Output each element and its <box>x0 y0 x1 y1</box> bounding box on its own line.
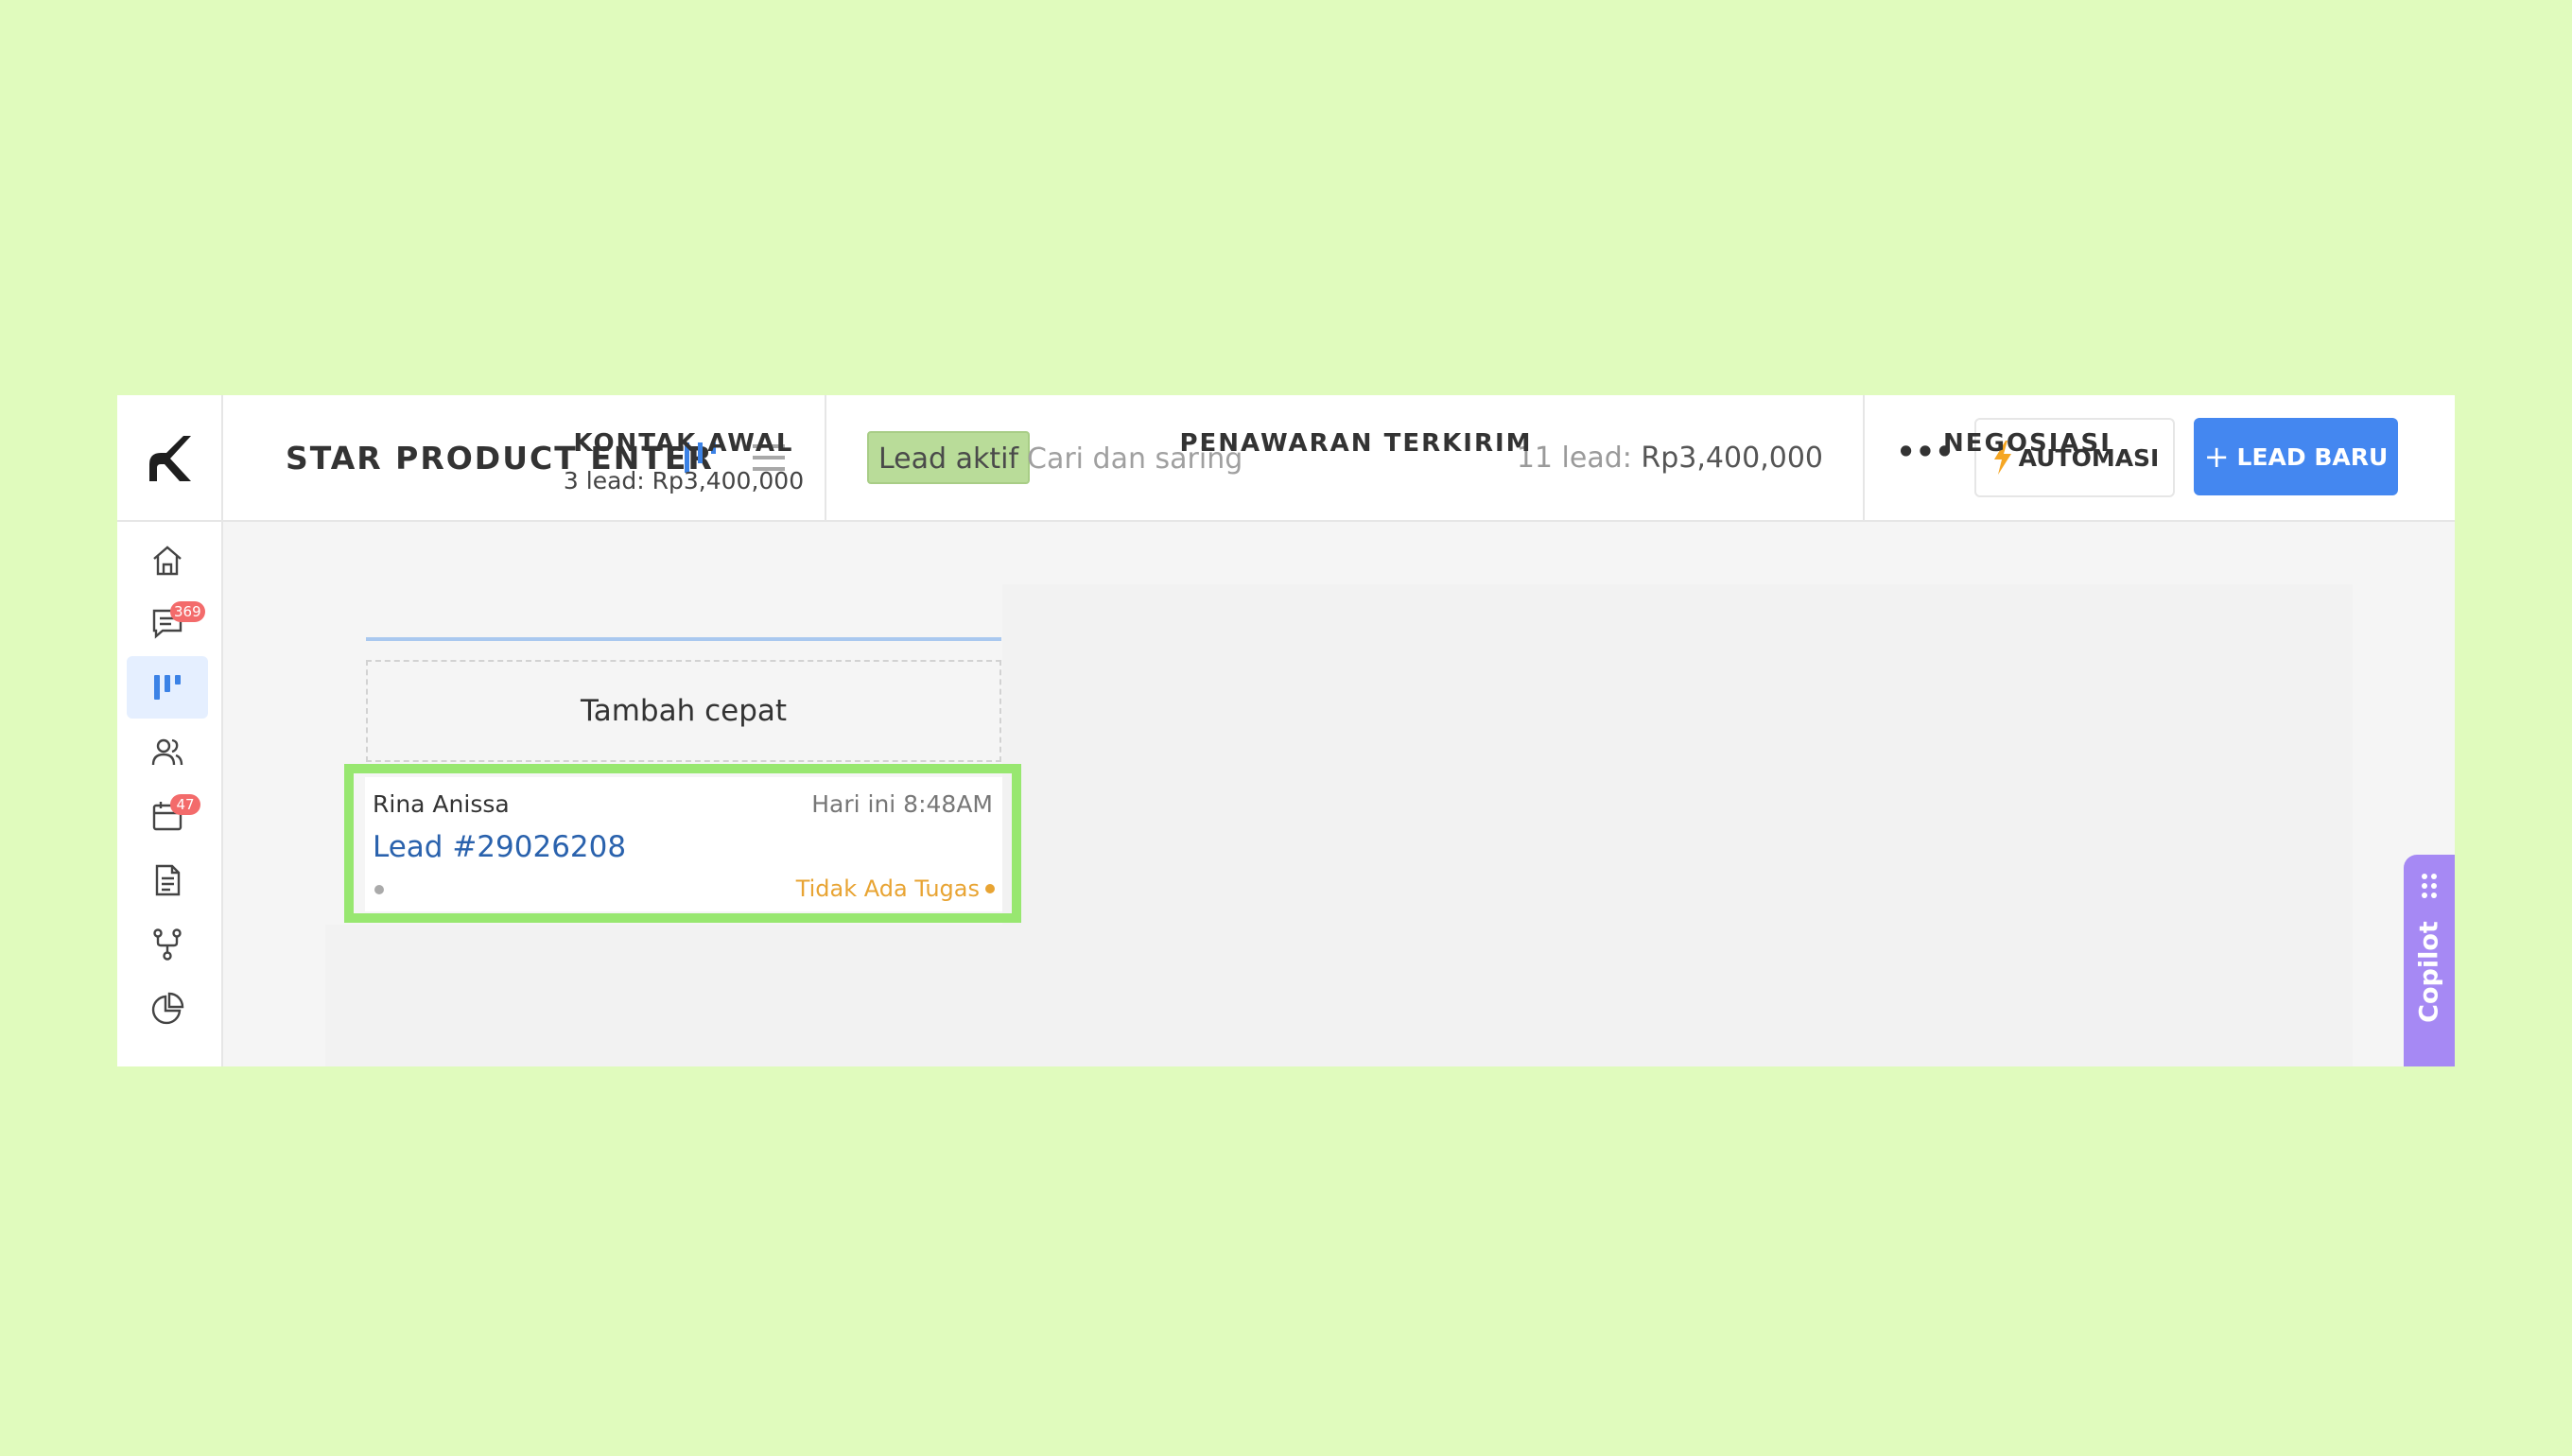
report-icon <box>151 992 184 1025</box>
app-logo[interactable] <box>117 395 223 522</box>
column-title: KONTAK AWAL <box>573 429 794 458</box>
home-icon <box>153 546 182 576</box>
sidebar: 369 47 <box>117 522 223 1066</box>
sidebar-item-contacts[interactable] <box>127 720 208 783</box>
column-kontak-awal: KONTAK AWAL 3 lead: Rp3,400,000 <box>366 429 1001 494</box>
column-title: NEGOSIASI <box>1943 429 2111 458</box>
copilot-label: Copilot <box>2414 921 2444 1023</box>
calendar-badge: 47 <box>170 794 200 815</box>
board-columns-background <box>1002 584 2353 1066</box>
drag-handle-icon[interactable] <box>2418 872 2441 900</box>
chat-badge: 369 <box>170 601 205 622</box>
column-penawaran-terkirim: PENAWARAN TERKIRIM <box>1025 429 1687 458</box>
lead-card[interactable]: Rina Anissa Hari ini 8:48AM Lead #290262… <box>365 777 1002 911</box>
sidebar-item-chats[interactable]: 369 <box>127 592 208 654</box>
copilot-tab[interactable]: Copilot <box>2404 855 2455 1066</box>
document-icon <box>155 864 181 896</box>
sidebar-item-dashboard[interactable] <box>127 529 208 592</box>
sidebar-item-documents[interactable] <box>127 849 208 911</box>
lead-link[interactable]: Lead #29026208 <box>373 830 626 864</box>
task-status-label: Tidak Ada Tugas <box>795 875 980 902</box>
status-dot <box>374 885 384 894</box>
column-underline <box>366 637 1001 641</box>
divider <box>1863 395 1865 522</box>
workflow-icon <box>153 928 182 961</box>
column-negosiasi: NEGOSIASI <box>1725 429 2330 458</box>
contact-name: Rina Anissa <box>373 790 510 818</box>
quick-add-button[interactable]: Tambah cepat <box>366 660 1001 762</box>
sidebar-item-reports[interactable] <box>127 978 208 1040</box>
column-summary: 3 lead: Rp3,400,000 <box>563 467 805 494</box>
contacts-icon <box>151 738 183 766</box>
crm-app-window: STAR PRODUCT ENTER Lead aktif 11 lead: R… <box>117 395 2455 1066</box>
column-drop-area <box>325 925 1002 1066</box>
task-status-dot <box>985 884 995 893</box>
column-title: PENAWARAN TERKIRIM <box>1179 429 1533 458</box>
sidebar-item-leads[interactable] <box>127 656 208 719</box>
kommo-logo-icon <box>149 436 191 481</box>
card-timestamp: Hari ini 8:48AM <box>811 790 993 818</box>
pipeline-icon <box>154 675 181 700</box>
lead-summary: 11 lead: Rp3,400,000 <box>1517 395 1823 522</box>
sidebar-item-workflow[interactable] <box>127 913 208 976</box>
sidebar-item-calendar[interactable]: 47 <box>127 785 208 847</box>
task-status: Tidak Ada Tugas <box>796 875 995 902</box>
